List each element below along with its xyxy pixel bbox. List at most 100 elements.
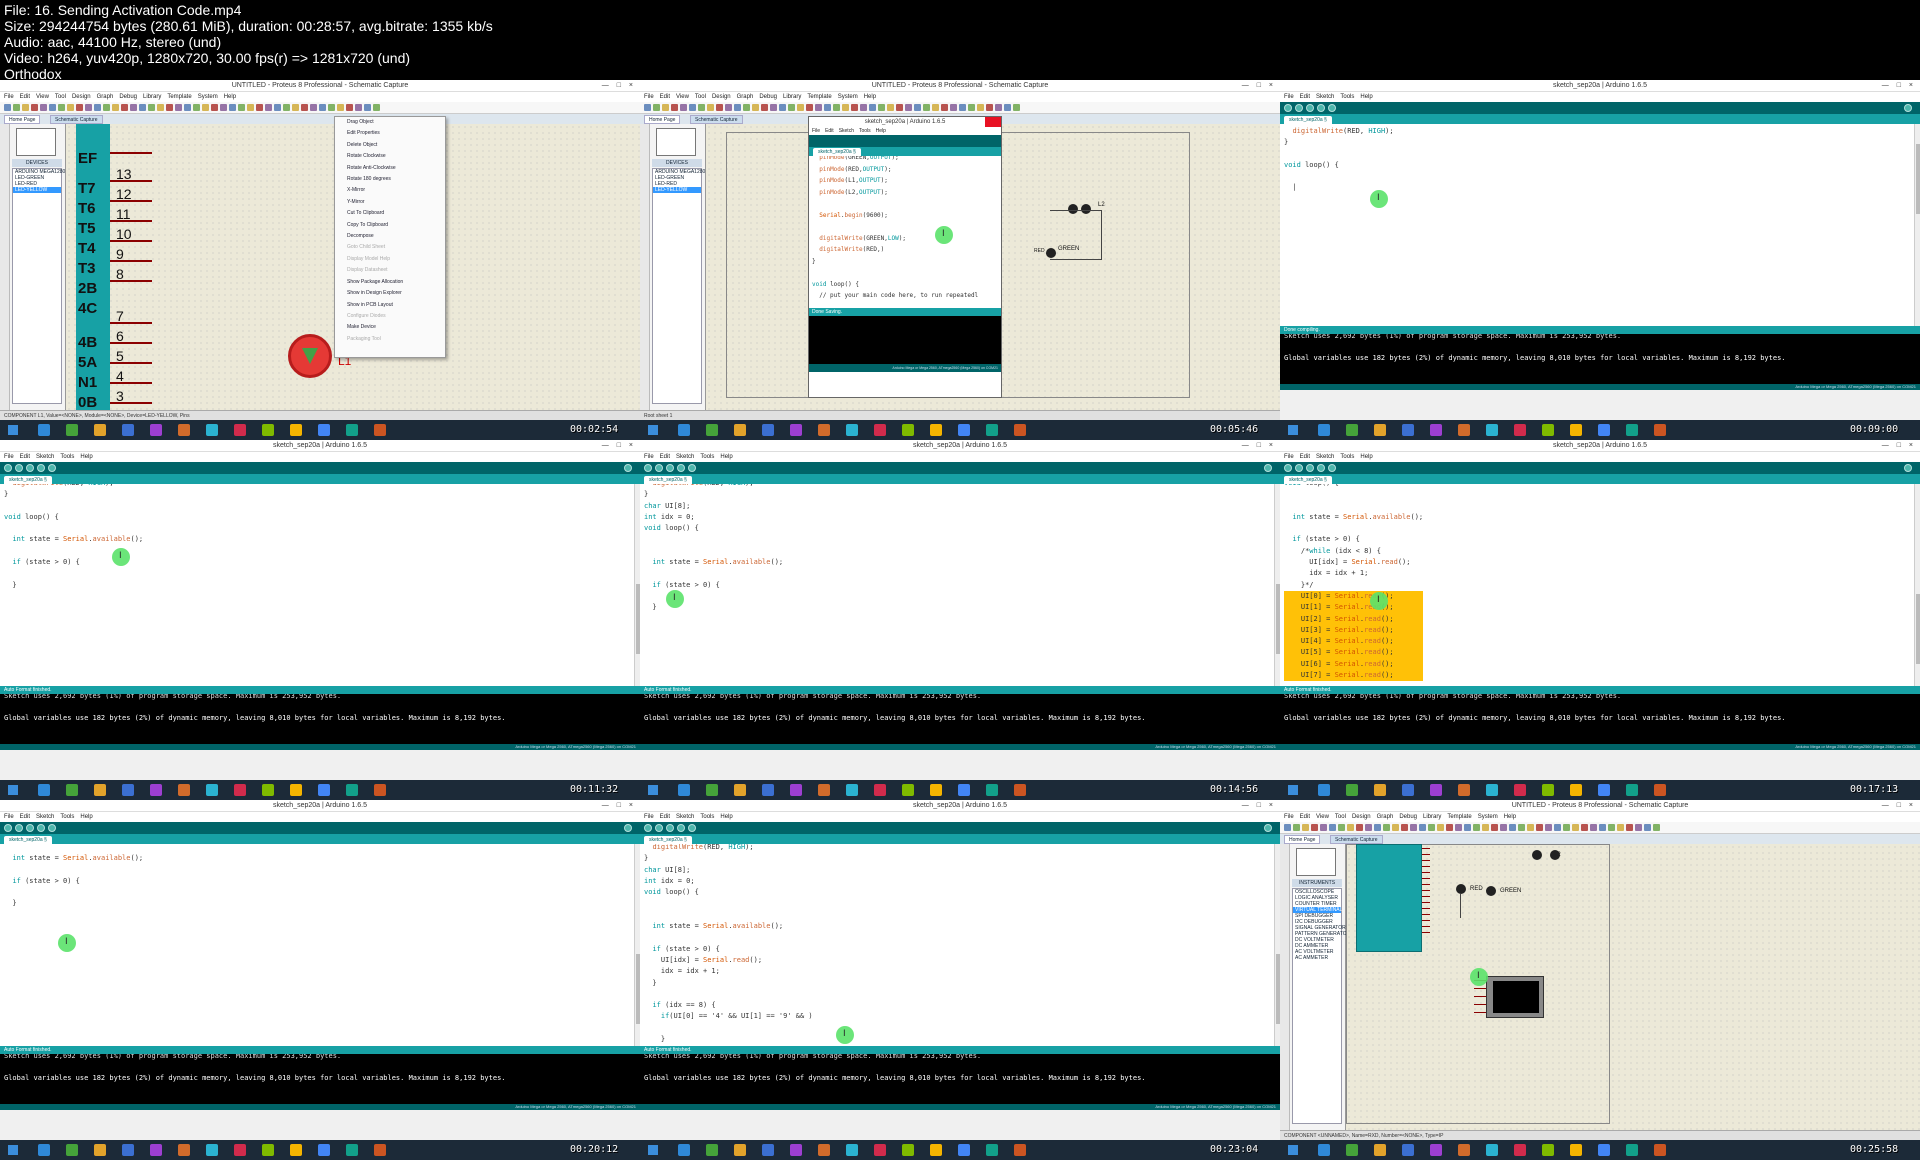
tab-sketch[interactable]: sketch_sep20a §: [644, 476, 692, 484]
menu-item[interactable]: Help: [224, 94, 236, 100]
context-menu-item[interactable]: Cut To Clipboard: [335, 208, 445, 219]
toolbar-button-icon[interactable]: [1545, 824, 1552, 831]
taskbar-app-icon[interactable]: [1346, 424, 1358, 436]
menu-item[interactable]: File: [4, 94, 14, 100]
taskbar-app-icon[interactable]: [1514, 784, 1526, 796]
code-editor[interactable]: digitalWrite(RED, HIGH);} void loop() { …: [0, 484, 634, 686]
toolbar-button-icon[interactable]: [85, 104, 92, 111]
save-icon[interactable]: [688, 824, 696, 832]
open-icon[interactable]: [37, 464, 45, 472]
toolbar-button-icon[interactable]: [1329, 824, 1336, 831]
toolbar-button-icon[interactable]: [1482, 824, 1489, 831]
taskbar-app-icon[interactable]: [94, 784, 106, 796]
toolbar-button-icon[interactable]: [905, 104, 912, 111]
taskbar-app-icon[interactable]: [734, 424, 746, 436]
serial-monitor-icon[interactable]: [624, 824, 632, 832]
context-menu-item[interactable]: Configure Diodes: [335, 311, 445, 322]
taskbar-app-icon[interactable]: [38, 424, 50, 436]
toolbar-button-icon[interactable]: [1392, 824, 1399, 831]
taskbar-app-icon[interactable]: [1014, 784, 1026, 796]
menu-item[interactable]: Help: [1360, 94, 1372, 100]
taskbar-app-icon[interactable]: [874, 784, 886, 796]
toolbar-button-icon[interactable]: [1518, 824, 1525, 831]
menu-item[interactable]: Tool: [695, 94, 706, 100]
toolbar-button-icon[interactable]: [1554, 824, 1561, 831]
toolbar-button-icon[interactable]: [1311, 824, 1318, 831]
taskbar-app-icon[interactable]: [262, 424, 274, 436]
led-component[interactable]: [1532, 850, 1542, 860]
menu-item[interactable]: Edit: [825, 128, 834, 134]
toolbar-button-icon[interactable]: [1653, 824, 1660, 831]
toolbar-button-icon[interactable]: [22, 104, 29, 111]
serial-monitor-icon[interactable]: [1264, 464, 1272, 472]
taskbar-app-icon[interactable]: [1654, 424, 1666, 436]
schematic-canvas[interactable]: L2REDGREEN: [1346, 844, 1920, 1130]
menu-item[interactable]: File: [1284, 814, 1294, 820]
taskbar-app-icon[interactable]: [958, 1144, 970, 1156]
taskbar-app-icon[interactable]: [790, 1144, 802, 1156]
taskbar-app-icon[interactable]: [206, 784, 218, 796]
taskbar-app-icon[interactable]: [290, 784, 302, 796]
menu-item[interactable]: Edit: [1300, 94, 1310, 100]
new-icon[interactable]: [1306, 104, 1314, 112]
toolbar-button-icon[interactable]: [671, 104, 678, 111]
toolbar-button-icon[interactable]: [779, 104, 786, 111]
menu-item[interactable]: Sketch: [36, 454, 54, 460]
toolbar-button-icon[interactable]: [698, 104, 705, 111]
toolbar-button-icon[interactable]: [860, 104, 867, 111]
toolbar-button-icon[interactable]: [950, 104, 957, 111]
tab-sketch[interactable]: sketch_sep20a §: [4, 476, 52, 484]
taskbar-app-icon[interactable]: [790, 784, 802, 796]
toolbar-button-icon[interactable]: [220, 104, 227, 111]
windows-start-icon[interactable]: [648, 1145, 658, 1155]
taskbar-app-icon[interactable]: [290, 424, 302, 436]
windows-start-icon[interactable]: [8, 425, 18, 435]
taskbar-app-icon[interactable]: [66, 1144, 78, 1156]
taskbar-app-icon[interactable]: [1374, 1144, 1386, 1156]
menu-item[interactable]: Sketch: [36, 814, 54, 820]
context-menu-item[interactable]: Rotate 180 degrees: [335, 174, 445, 185]
selector-list[interactable]: ARDUINO MEGA1280 LED-GREEN LED-RED LED-YELL…: [12, 168, 65, 404]
menu-item[interactable]: Sketch: [676, 814, 694, 820]
toolbar-button-icon[interactable]: [1491, 824, 1498, 831]
taskbar-app-icon[interactable]: [94, 1144, 106, 1156]
toolbar-button-icon[interactable]: [932, 104, 939, 111]
save-icon[interactable]: [688, 464, 696, 472]
selector-list-item[interactable]: LED-YELLOW: [653, 187, 701, 193]
windows-start-icon[interactable]: [1288, 1145, 1298, 1155]
schematic-canvas[interactable]: EF T7 T6 T5 T4 T3 2B 4C 4B 5A N1 0B 13 12 11 10 9 8 7 6 5 4 3 L…: [66, 116, 640, 411]
taskbar-app-icon[interactable]: [318, 424, 330, 436]
taskbar-app-icon[interactable]: [734, 784, 746, 796]
toolbar-button-icon[interactable]: [355, 104, 362, 111]
open-icon[interactable]: [37, 824, 45, 832]
menu-item[interactable]: Tools: [859, 128, 871, 134]
toolbar-button-icon[interactable]: [1365, 824, 1372, 831]
toolbar-button-icon[interactable]: [833, 104, 840, 111]
taskbar-app-icon[interactable]: [874, 1144, 886, 1156]
tab-home-page[interactable]: Home Page: [4, 115, 41, 124]
toolbar-button-icon[interactable]: [752, 104, 759, 111]
taskbar-app-icon[interactable]: [734, 1144, 746, 1156]
toolbar-button-icon[interactable]: [58, 104, 65, 111]
toolbar-button-icon[interactable]: [806, 104, 813, 111]
menu-item[interactable]: System: [838, 94, 858, 100]
menu-item[interactable]: Sketch: [1316, 454, 1334, 460]
taskbar-app-icon[interactable]: [234, 784, 246, 796]
toolbar-button-icon[interactable]: [1428, 824, 1435, 831]
toolbar-button-icon[interactable]: [76, 104, 83, 111]
toolbar-button-icon[interactable]: [49, 104, 56, 111]
taskbar-app-icon[interactable]: [1430, 784, 1442, 796]
taskbar-app-icon[interactable]: [1542, 1144, 1554, 1156]
toolbar-button-icon[interactable]: [680, 104, 687, 111]
save-icon[interactable]: [48, 464, 56, 472]
taskbar-app-icon[interactable]: [930, 424, 942, 436]
taskbar-app-icon[interactable]: [94, 424, 106, 436]
toolbar-button-icon[interactable]: [373, 104, 380, 111]
virtual-terminal[interactable]: [1486, 976, 1544, 1018]
taskbar-app-icon[interactable]: [874, 424, 886, 436]
taskbar-app-icon[interactable]: [790, 424, 802, 436]
toolbar-button-icon[interactable]: [1572, 824, 1579, 831]
menu-item[interactable]: System: [198, 94, 218, 100]
taskbar-app-icon[interactable]: [234, 1144, 246, 1156]
windows-start-icon[interactable]: [648, 425, 658, 435]
